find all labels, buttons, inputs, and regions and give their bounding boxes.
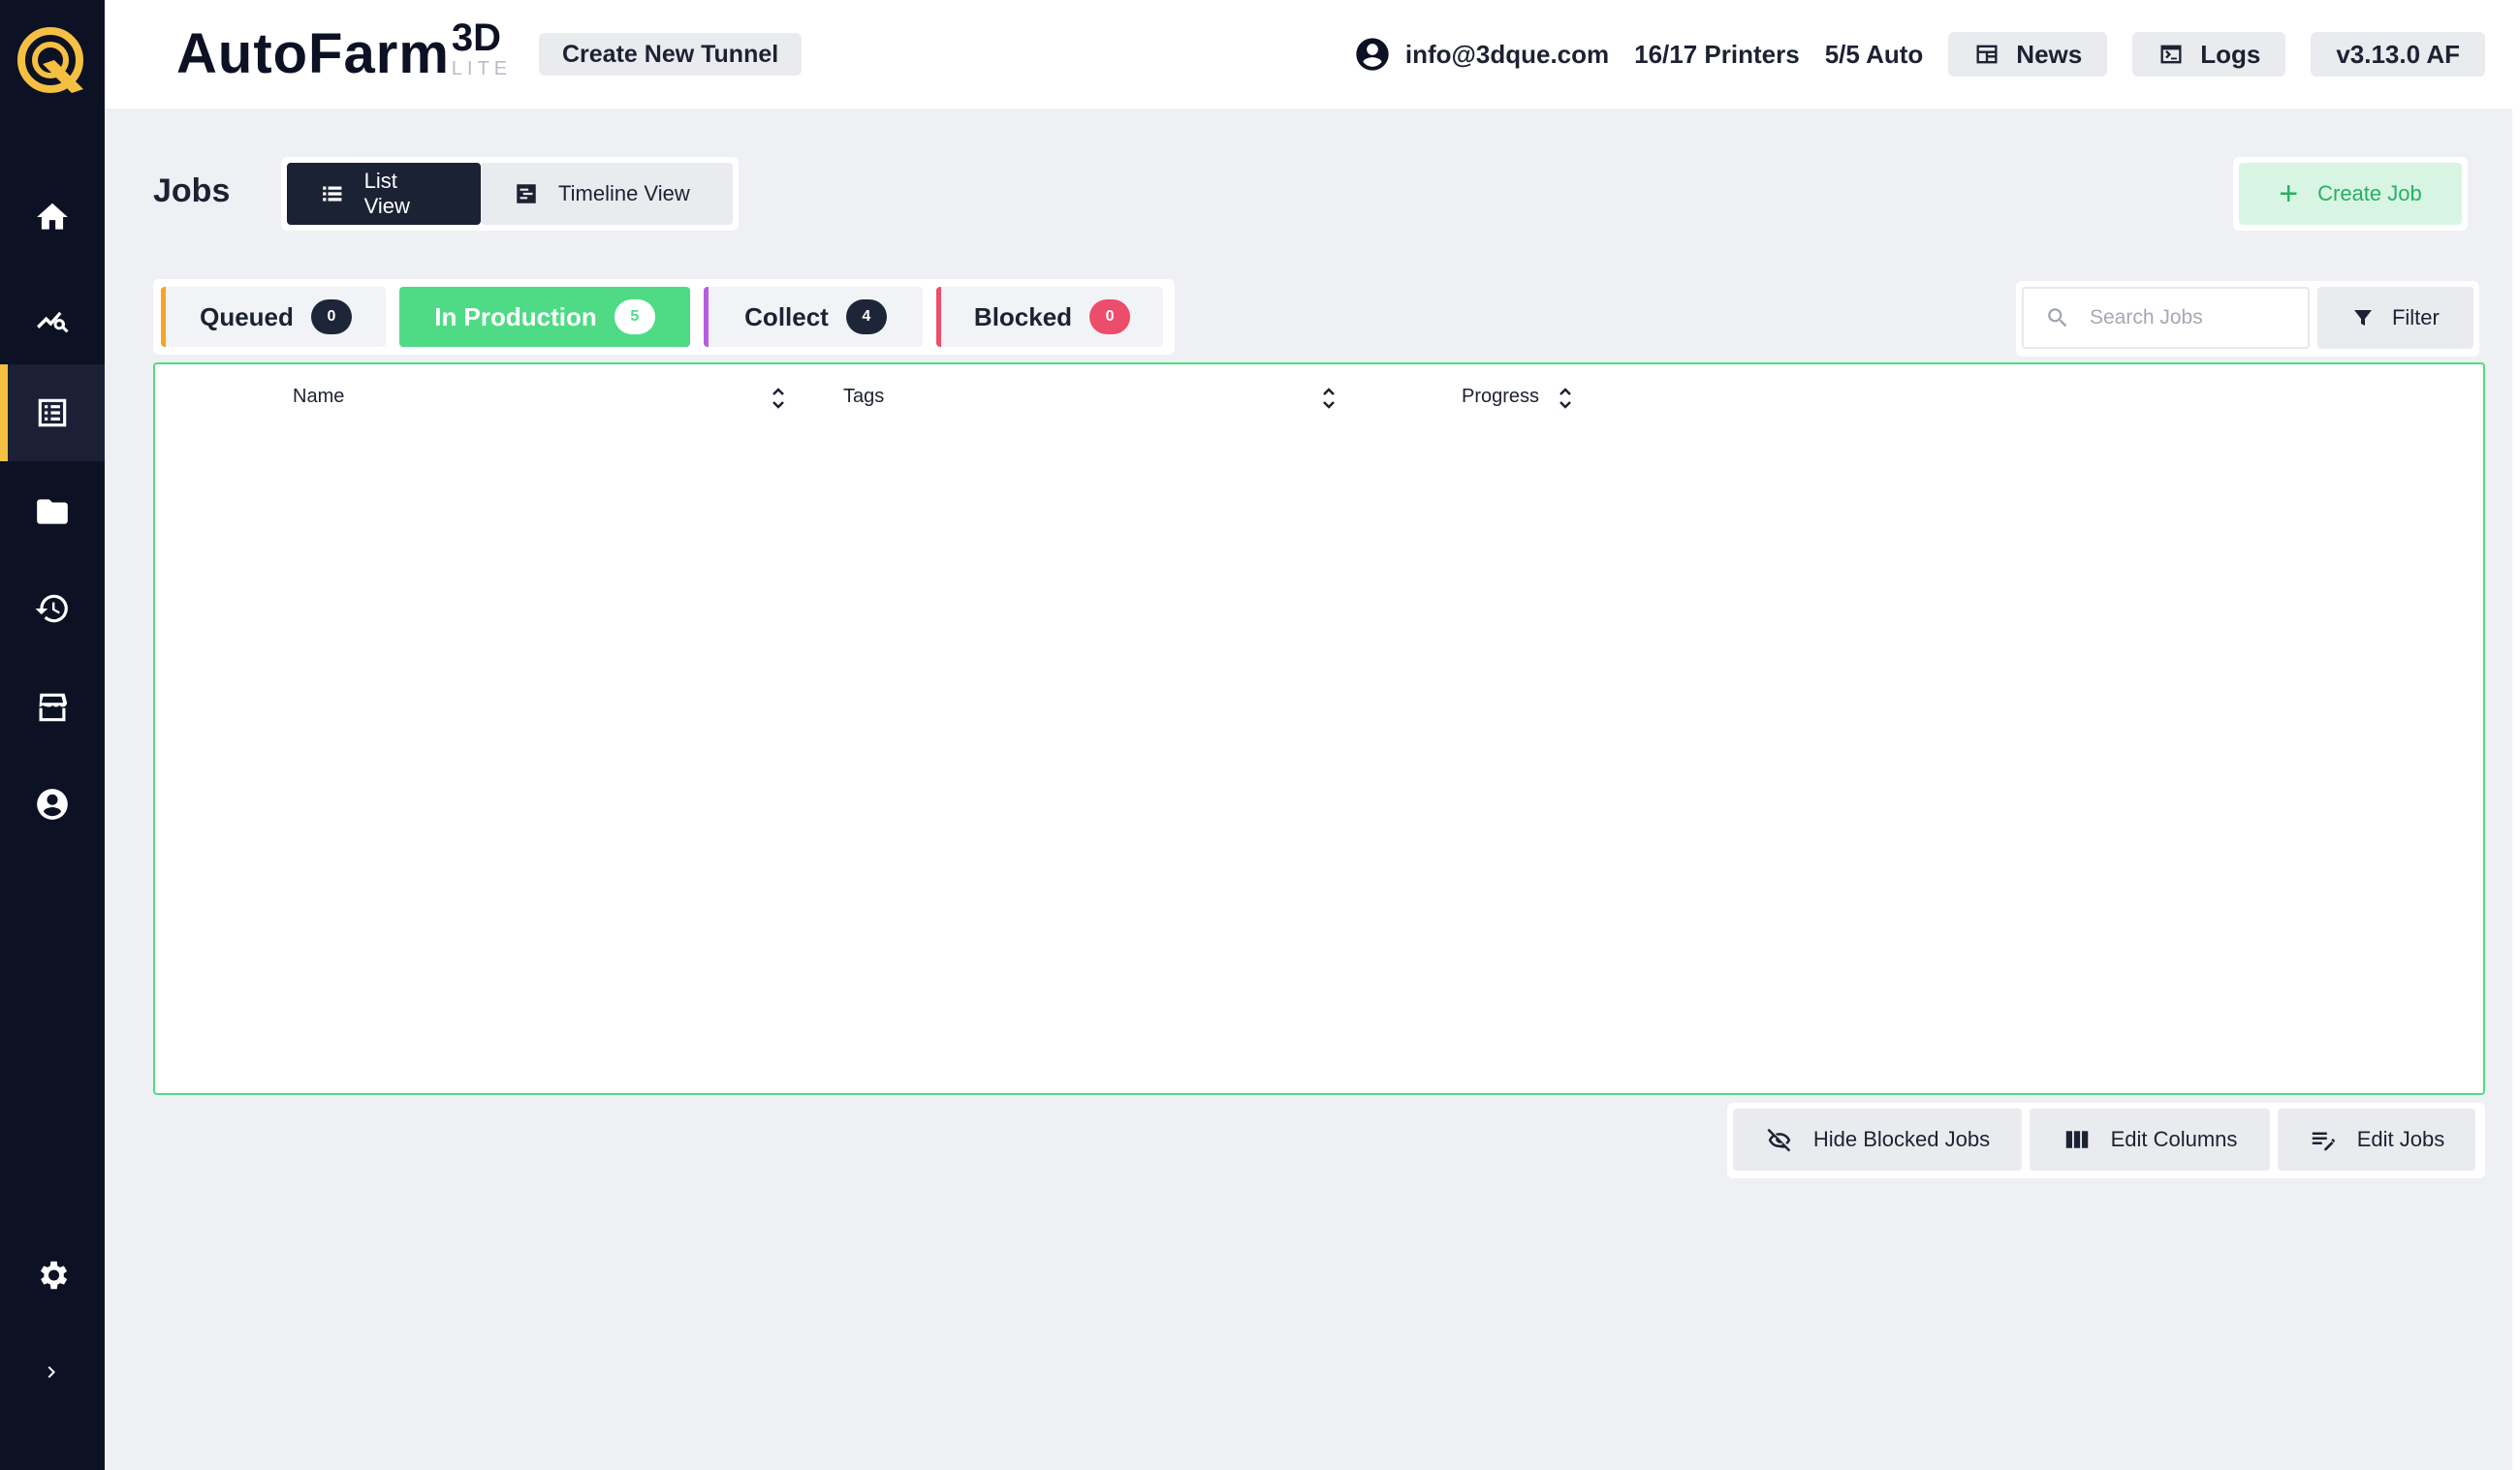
plus-icon: + xyxy=(2279,174,2299,212)
list-icon xyxy=(323,186,342,202)
edit-columns-label: Edit Columns xyxy=(2110,1127,2238,1151)
sidebar-item-files[interactable] xyxy=(0,463,105,560)
view-toggle: List View Timeline View xyxy=(281,157,739,231)
column-header-progress[interactable]: Progress xyxy=(1462,386,1539,408)
sidebar-item-analytics[interactable] xyxy=(0,267,105,364)
home-icon xyxy=(37,203,68,230)
chevron-right-icon xyxy=(47,1366,55,1378)
search-input[interactable] xyxy=(2090,306,2284,329)
create-tunnel-button[interactable]: Create New Tunnel xyxy=(539,33,803,76)
auto-count: 5/5 Auto xyxy=(1824,39,1924,69)
sidebar-item-settings[interactable] xyxy=(0,1227,105,1324)
edit-jobs-button[interactable]: Edit Jobs xyxy=(2278,1109,2475,1171)
filter-button[interactable]: Filter xyxy=(2316,287,2473,349)
tab-queued[interactable]: Queued 0 xyxy=(161,287,386,347)
sidebar xyxy=(0,0,105,1470)
column-header-tags[interactable]: Tags xyxy=(843,386,884,408)
eye-off-icon xyxy=(1767,1128,1791,1152)
tab-label: Collect xyxy=(744,301,829,331)
account-icon xyxy=(37,789,68,820)
search-filter-bar: Filter xyxy=(2016,281,2479,357)
tab-collect[interactable]: Collect 4 xyxy=(704,287,923,347)
edit-list-icon xyxy=(2312,1132,2335,1151)
sidebar-item-account[interactable] xyxy=(0,756,105,853)
list-view-button[interactable]: List View xyxy=(287,163,481,225)
count-badge: 0 xyxy=(310,299,352,334)
settings-icon xyxy=(40,1261,68,1290)
jobs-table: Name Tags Progress xyxy=(153,362,2485,1095)
news-icon xyxy=(1976,45,1998,64)
news-label: News xyxy=(2016,39,2083,69)
page-scrollbar[interactable] xyxy=(2512,109,2520,1470)
terminal-icon xyxy=(2160,45,2182,64)
count-badge: 4 xyxy=(845,299,887,334)
user-email: info@3dque.com xyxy=(1404,39,1610,69)
top-bar: AutoFarm 3D LITE Create New Tunnel info@… xyxy=(105,0,2520,109)
search-box xyxy=(2022,287,2310,349)
status-tabs: Queued 0 In Production 5 Collect 4 Block… xyxy=(153,279,1175,355)
timeline-icon xyxy=(517,184,536,203)
tab-in-production[interactable]: In Production 5 xyxy=(399,287,690,347)
hide-blocked-jobs-button[interactable]: Hide Blocked Jobs xyxy=(1733,1109,2022,1171)
user-account[interactable]: info@3dque.com xyxy=(1353,35,1609,74)
sidebar-item-jobs[interactable] xyxy=(0,364,105,461)
edit-columns-button[interactable]: Edit Columns xyxy=(2030,1109,2270,1171)
sort-icon[interactable] xyxy=(1557,384,1574,413)
create-job-container: + Create Job xyxy=(2233,157,2468,231)
search-icon xyxy=(2048,308,2067,328)
brand-logo[interactable]: AutoFarm 3D LITE xyxy=(176,17,512,91)
page-title: Jobs xyxy=(153,172,231,209)
sidebar-expand[interactable] xyxy=(0,1324,105,1421)
create-job-label: Create Job xyxy=(2317,181,2422,205)
edit-jobs-label: Edit Jobs xyxy=(2356,1127,2445,1151)
tab-label: Queued xyxy=(200,301,294,331)
analytics-icon xyxy=(37,311,69,333)
filter-icon xyxy=(2353,310,2372,326)
folder-icon xyxy=(37,499,68,524)
sort-icon[interactable] xyxy=(770,384,787,413)
sort-icon[interactable] xyxy=(1320,384,1338,413)
logs-label: Logs xyxy=(2200,39,2261,69)
tab-label: Blocked xyxy=(973,301,1073,331)
tab-label: In Production xyxy=(434,301,597,331)
count-badge: 0 xyxy=(1089,299,1131,334)
jobs-icon xyxy=(38,398,67,427)
count-badge: 5 xyxy=(614,299,655,334)
logs-button[interactable]: Logs xyxy=(2132,32,2286,77)
sidebar-item-history[interactable] xyxy=(0,560,105,657)
timeline-view-label: Timeline View xyxy=(558,181,690,205)
hide-blocked-jobs-label: Hide Blocked Jobs xyxy=(1812,1127,1991,1151)
brand-lite: LITE xyxy=(451,58,513,79)
columns-icon xyxy=(2065,1131,2088,1148)
store-icon xyxy=(39,693,68,722)
timeline-view-button[interactable]: Timeline View xyxy=(481,163,733,225)
list-view-label: List View xyxy=(363,169,410,218)
version-badge[interactable]: v3.13.0 AF xyxy=(2311,32,2485,77)
create-job-button[interactable]: + Create Job xyxy=(2239,163,2462,225)
brand-3d: 3D xyxy=(451,16,502,59)
brand-name: AutoFarm xyxy=(176,22,450,85)
printers-count: 16/17 Printers xyxy=(1634,39,1800,69)
filter-label: Filter xyxy=(2391,305,2440,329)
column-header-name[interactable]: Name xyxy=(293,386,344,408)
news-button[interactable]: News xyxy=(1948,32,2108,77)
sidebar-item-home[interactable] xyxy=(0,169,105,266)
table-actions: Hide Blocked Jobs Edit Columns Edit Jobs xyxy=(1727,1103,2485,1178)
tab-blocked[interactable]: Blocked 0 xyxy=(936,287,1163,347)
sidebar-item-store[interactable] xyxy=(0,659,105,756)
user-circle-icon xyxy=(1356,38,1389,71)
history-icon xyxy=(35,594,68,623)
app-logo[interactable] xyxy=(16,25,89,99)
